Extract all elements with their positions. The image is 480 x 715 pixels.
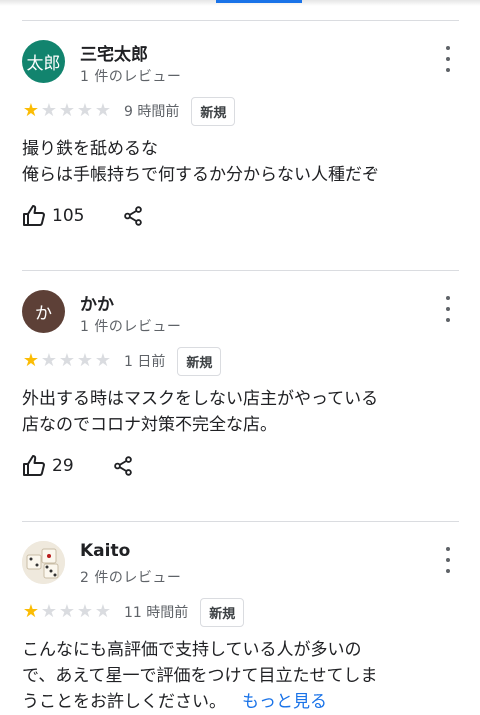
like-button[interactable]: 29: [22, 454, 74, 478]
reviewer-name[interactable]: Kaito: [80, 541, 130, 561]
star-icon: ★: [94, 350, 112, 371]
review-time: 1 日前: [124, 354, 166, 370]
more-vert-icon[interactable]: [437, 296, 459, 322]
review-time: 11 時間前: [124, 605, 189, 621]
new-badge: 新規: [191, 96, 236, 126]
active-tab-indicator: [216, 0, 302, 3]
thumbs-up-icon: [23, 455, 45, 476]
star-icon: ★: [40, 100, 58, 121]
avatar-initials: 太郎: [26, 54, 61, 74]
star-icon: ★: [76, 350, 94, 371]
star-icon: ★: [94, 100, 112, 121]
share-button[interactable]: [112, 455, 134, 477]
avatar[interactable]: 太郎: [22, 40, 65, 83]
star-icon: ★: [22, 100, 40, 121]
thumbs-up-icon: [23, 205, 45, 226]
rating-row: ★ ★ ★ ★ ★ 1 日前 新規: [22, 346, 222, 376]
avatar[interactable]: [22, 541, 65, 584]
divider: [22, 20, 459, 21]
star-icon: ★: [40, 601, 58, 622]
reviewer-name[interactable]: かか: [80, 290, 114, 315]
like-count: 105: [52, 206, 85, 226]
share-icon: [124, 206, 143, 226]
like-count: 29: [52, 456, 74, 476]
review-count: 2 件のレビュー: [80, 570, 182, 586]
star-icon: ★: [22, 601, 40, 622]
star-icon: ★: [58, 100, 76, 121]
more-vert-icon[interactable]: [437, 46, 459, 72]
share-icon: [113, 456, 132, 476]
star-icon: ★: [76, 601, 94, 622]
review-count: 1 件のレビュー: [80, 319, 182, 335]
more-vert-icon[interactable]: [437, 547, 459, 573]
divider: [22, 270, 459, 271]
review-time: 9 時間前: [124, 104, 180, 120]
review-text: こんなにも高評価で支持している人が多いの で、あえて星一で評価をつけて目立たせて…: [22, 637, 442, 715]
star-icon: ★: [58, 601, 76, 622]
star-icon: ★: [58, 350, 76, 371]
share-button[interactable]: [122, 205, 144, 227]
more-link[interactable]: もっと見る: [242, 692, 327, 712]
divider: [22, 521, 459, 522]
new-badge: 新規: [200, 597, 245, 627]
review-actions: 105: [22, 202, 144, 230]
review-text: 外出する時はマスクをしない店主がやっている 店なのでコロナ対策不完全な店。: [22, 389, 379, 435]
star-icon: ★: [94, 601, 112, 622]
review-text: 撮り鉄を舐めるな 俺らは手帳持ちで何するか分からない人種だぞ: [22, 139, 379, 185]
like-button[interactable]: 105: [22, 204, 84, 228]
avatar[interactable]: か: [22, 290, 65, 333]
dice-photo-icon: [22, 541, 65, 584]
review-count: 1 件のレビュー: [80, 69, 182, 85]
star-rating: ★ ★ ★ ★ ★: [22, 352, 112, 370]
review-actions: 29: [22, 452, 134, 480]
new-badge: 新規: [177, 346, 222, 376]
star-rating: ★ ★ ★ ★ ★: [22, 102, 112, 120]
avatar-initials: か: [35, 304, 52, 324]
rating-row: ★ ★ ★ ★ ★ 11 時間前 新規: [22, 597, 245, 627]
star-rating: ★ ★ ★ ★ ★: [22, 603, 112, 621]
rating-row: ★ ★ ★ ★ ★ 9 時間前 新規: [22, 96, 236, 126]
star-icon: ★: [76, 100, 94, 121]
reviewer-name[interactable]: 三宅太郎: [80, 40, 148, 65]
star-icon: ★: [40, 350, 58, 371]
star-icon: ★: [22, 350, 40, 371]
